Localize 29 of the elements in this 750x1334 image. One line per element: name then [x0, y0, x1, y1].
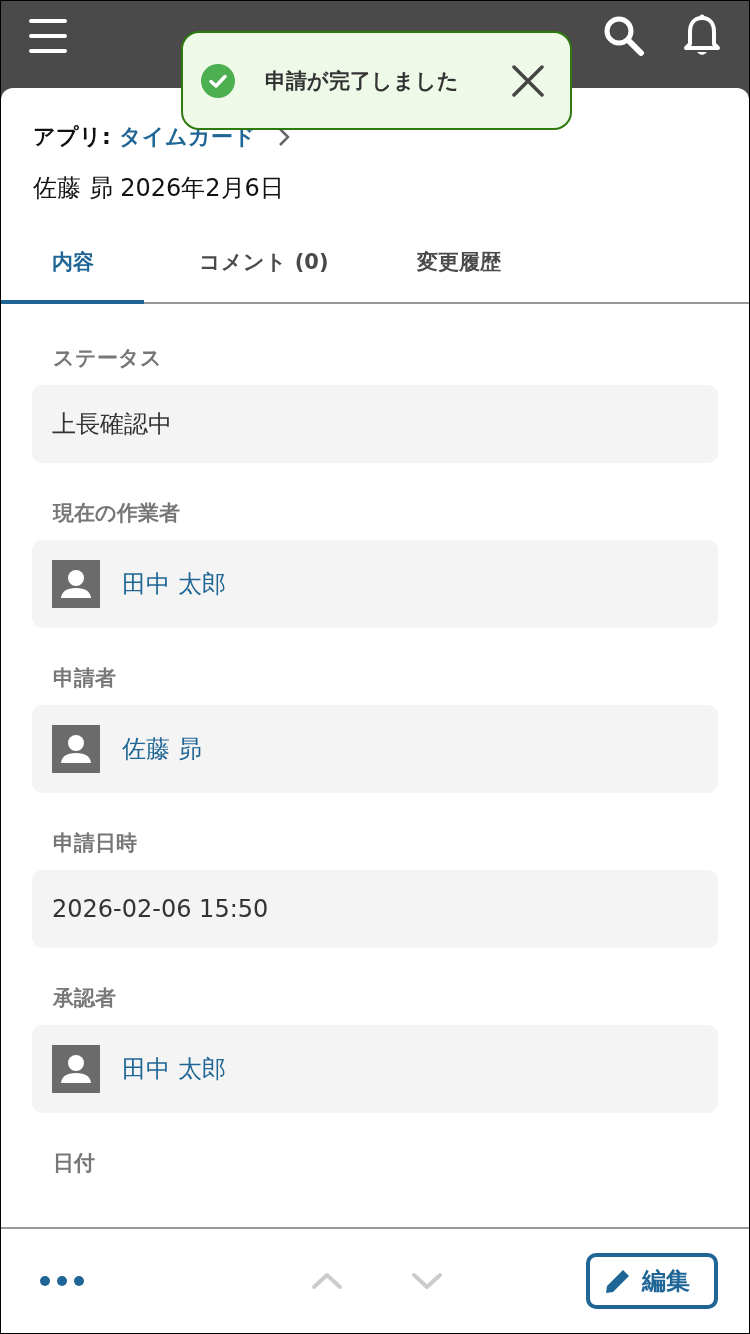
field-value: 上長確認中	[32, 385, 718, 463]
more-icon[interactable]	[39, 1275, 85, 1287]
tab[interactable]: コメント (0)	[144, 228, 384, 304]
close-icon[interactable]	[512, 64, 544, 97]
tab[interactable]: 内容	[1, 228, 144, 304]
field-label: 日付	[52, 1150, 96, 1177]
field-label: 承認者	[51, 985, 117, 1012]
field-label: 申請日時	[52, 830, 138, 857]
field-value: 2026-02-06 15:50	[32, 870, 718, 948]
user-link[interactable]: 田中 太郎	[122, 568, 226, 600]
field-label: 申請者	[52, 665, 117, 692]
menu-icon[interactable]	[29, 18, 67, 53]
avatar-icon	[52, 560, 100, 608]
user-link[interactable]: 田中 太郎	[122, 1053, 226, 1085]
tab[interactable]: 変更履歴	[384, 228, 534, 304]
bell-icon[interactable]	[683, 13, 721, 58]
toast-message: 申請が完了しました	[265, 67, 460, 95]
breadcrumb-label: アプリ:	[33, 123, 111, 151]
avatar-icon	[52, 725, 100, 773]
record-title: 佐藤 昴 2026年2月6日	[32, 173, 285, 204]
user-link[interactable]: 佐藤 昴	[122, 733, 202, 765]
field-label: 現在の作業者	[51, 500, 181, 527]
edit-button[interactable]: 編集	[586, 1253, 718, 1309]
check-circle-icon	[201, 63, 235, 98]
search-icon[interactable]	[603, 14, 645, 57]
pencil-icon	[604, 1267, 632, 1295]
field-label: ステータス	[52, 345, 163, 372]
chevron-right-icon	[277, 127, 290, 147]
avatar-icon	[52, 1045, 100, 1093]
